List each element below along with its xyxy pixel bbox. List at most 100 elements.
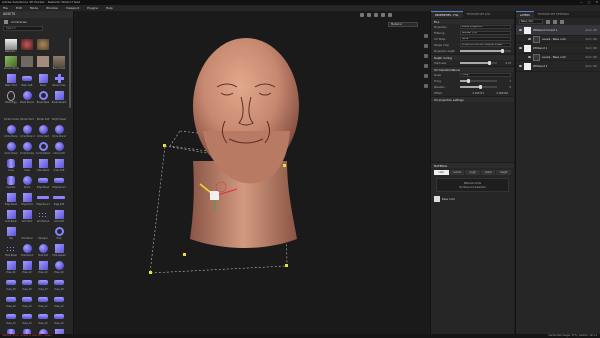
asset-item[interactable]: Blend Mask <box>51 55 67 71</box>
asset-item[interactable]: Hose_06 <box>19 276 35 292</box>
asset-item[interactable]: Bevel Square <box>51 89 67 105</box>
asset-item[interactable]: Hose_14 <box>19 310 35 326</box>
eraser-icon[interactable] <box>424 44 428 48</box>
asset-item[interactable]: Edge Round <box>51 174 67 190</box>
asset-item[interactable]: Circle Bump 2 <box>19 123 35 139</box>
asset-item[interactable] <box>35 38 51 54</box>
tab-texture-set-settings[interactable]: TEXTURE SET SETTINGS <box>534 11 573 18</box>
asset-item[interactable]: Bevel Round <box>19 89 35 105</box>
assets-search-input[interactable]: Search <box>3 26 43 31</box>
viewport-3d[interactable] <box>75 11 429 334</box>
channel-chip[interactable]: height <box>496 170 511 175</box>
asset-item[interactable]: Hole Soft <box>35 242 51 258</box>
asset-item[interactable]: Grid Hard <box>19 208 35 224</box>
base-color-swatch[interactable] <box>434 196 440 202</box>
asset-item[interactable] <box>19 55 35 71</box>
picker-icon[interactable] <box>424 84 428 88</box>
asset-item[interactable]: Basic Hard <box>3 72 19 88</box>
asset-item[interactable]: Edge Bevel <box>3 191 19 207</box>
asset-item[interactable]: Hose_13 <box>3 310 19 326</box>
asset-item[interactable]: Circle Soft <box>51 140 67 156</box>
asset-item[interactable]: Circle Ribbed <box>35 140 51 156</box>
layer-blend-opacity[interactable]: Norm 100 <box>586 56 597 59</box>
layer-blend-opacity[interactable]: Norm 100 <box>586 47 597 50</box>
viewport-mode-select[interactable]: Material <box>388 22 418 27</box>
asset-item[interactable]: Hole Square <box>51 242 67 258</box>
scale-mode-select[interactable]: Tiling <box>460 73 511 77</box>
tab-layers[interactable]: LAYERS <box>516 11 534 18</box>
layer-row[interactable]: Levels - Base color Norm 100 <box>516 35 600 43</box>
asset-item[interactable]: Grid Bevel <box>3 208 19 224</box>
asset-item[interactable]: Basic Soft <box>19 72 35 88</box>
asset-item[interactable]: Cube Soft <box>51 157 67 173</box>
projection-depth-slider[interactable] <box>460 49 511 53</box>
hardness-slider[interactable] <box>460 61 497 65</box>
asset-item[interactable]: Border Hard <box>19 106 35 122</box>
property-dropdown[interactable]: None <box>460 37 511 41</box>
asset-item[interactable]: Bevel Cross <box>51 72 67 88</box>
asset-item[interactable]: Grid Soft <box>51 208 67 224</box>
clone-icon[interactable] <box>424 74 428 78</box>
asset-item[interactable]: Hole Round <box>19 242 35 258</box>
asset-item[interactable]: Edge Soft <box>51 191 67 207</box>
asset-item[interactable]: Hex <box>3 225 19 241</box>
asset-item[interactable]: Bevel <box>35 72 51 88</box>
tab-properties-fill[interactable]: PROPERTIES - FILL <box>431 11 463 18</box>
property-dropdown[interactable]: Planar projection <box>460 25 511 29</box>
projection-icon[interactable] <box>424 54 428 58</box>
layer-row[interactable]: Whiteout 1 Norm 100 <box>516 43 600 54</box>
asset-item[interactable]: Circle Bump <box>3 123 19 139</box>
layer-blend-opacity[interactable]: Norm 100 <box>586 38 597 41</box>
asset-item[interactable]: Hose_12 <box>51 293 67 309</box>
asset-item[interactable]: Hose_07 <box>35 276 51 292</box>
asset-item[interactable]: Bevel Skew <box>35 89 51 105</box>
smudge-icon[interactable] <box>424 64 428 68</box>
asset-item[interactable]: Hose_05 <box>3 276 19 292</box>
asset-item[interactable]: Hose_03 <box>35 259 51 275</box>
asset-item[interactable]: Edge Hard <box>19 191 35 207</box>
grid-icon[interactable] <box>381 13 385 17</box>
layer-row[interactable]: Whiteout Correct 1 Norm 100 <box>516 25 600 36</box>
asset-item[interactable]: Hose_08 <box>51 276 67 292</box>
asset-item[interactable]: Cone <box>3 157 19 173</box>
hardness-value[interactable]: 0.75 <box>497 62 511 65</box>
add-layer-icon[interactable] <box>546 19 550 24</box>
rotation-slider[interactable] <box>460 85 497 89</box>
visibility-eye-icon[interactable] <box>519 65 522 67</box>
asset-item[interactable]: Circle Round <box>51 123 67 139</box>
camera-icon[interactable] <box>367 13 371 17</box>
layer-blend-opacity[interactable]: Norm 100 <box>586 29 597 32</box>
brush-icon[interactable] <box>424 34 428 38</box>
library-icon[interactable] <box>4 19 8 24</box>
tiling-value[interactable]: 1 <box>497 80 511 83</box>
layer-row[interactable]: Levels - Base color Norm 100 <box>516 53 600 61</box>
asset-item[interactable] <box>35 55 51 71</box>
asset-item[interactable]: Hole <box>51 225 67 241</box>
asset-item[interactable]: Hose_16 <box>51 310 67 326</box>
asset-item[interactable]: Hexagon <box>35 225 51 241</box>
library-filter[interactable]: All libraries <box>11 20 27 24</box>
tiling-slider[interactable] <box>460 79 497 83</box>
offset-v-value[interactable]: 0.081962 <box>484 92 508 95</box>
asset-item[interactable]: Hole Bevel <box>3 242 19 258</box>
asset-item[interactable]: Dome <box>19 174 35 190</box>
asset-item[interactable]: Circle Dent <box>35 123 51 139</box>
asset-item[interactable]: Hose_02 <box>19 259 35 275</box>
asset-item[interactable]: Edge Bevel <box>35 174 51 190</box>
layer-blend-opacity[interactable]: Norm 100 <box>586 65 597 68</box>
visibility-eye-icon[interactable] <box>519 29 522 31</box>
asset-item[interactable]: Cube Bevel <box>35 157 51 173</box>
error-message[interactable]: [Bakers] Error: unable to load file / ma… <box>2 334 53 338</box>
view-mode-icon[interactable] <box>360 13 364 17</box>
channel-select[interactable]: Base color <box>519 19 543 24</box>
visibility-eye-icon[interactable] <box>519 47 522 49</box>
offset-u-value[interactable]: 0.025712 <box>460 92 484 95</box>
asset-item[interactable]: Materials... <box>3 38 19 54</box>
asset-item[interactable]: Edge Round <box>35 191 51 207</box>
layer-row[interactable]: Whiteout 1 Norm 100 <box>516 61 600 72</box>
property-dropdown[interactable]: Projection bounds multiple Shape <box>460 43 511 47</box>
asset-item[interactable]: Hose_10 <box>19 293 35 309</box>
settings-icon[interactable] <box>388 13 392 17</box>
asset-item[interactable] <box>51 38 67 54</box>
asset-item[interactable]: Border Cursive <box>3 106 19 122</box>
